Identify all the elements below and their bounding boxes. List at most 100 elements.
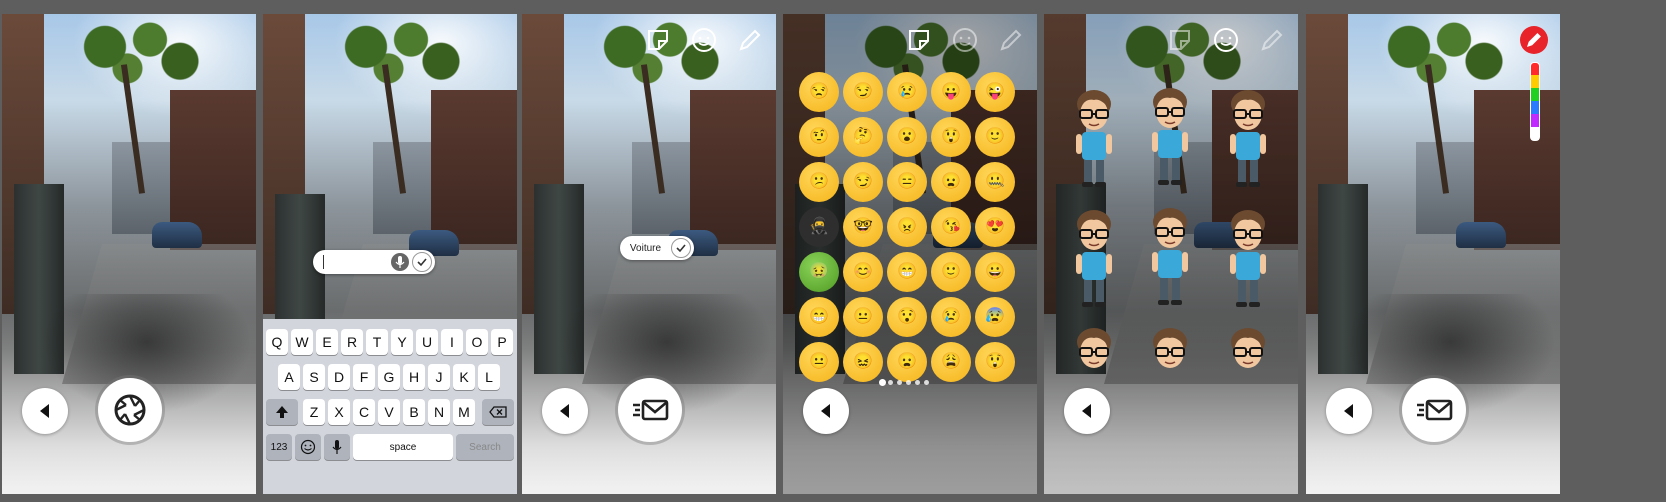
emoji-item[interactable]: 😐 <box>799 342 839 382</box>
emoji-item[interactable]: 🤓 <box>843 207 883 247</box>
confirm-text-button[interactable] <box>412 252 432 272</box>
emoji-item[interactable]: 😯 <box>887 297 927 337</box>
emoji-item[interactable]: 😜 <box>975 72 1015 112</box>
emoji-item[interactable]: 🥷 <box>799 207 839 247</box>
key-o[interactable]: O <box>466 329 488 355</box>
key-e[interactable]: E <box>316 329 338 355</box>
search-key[interactable]: Search <box>456 434 514 460</box>
space-key[interactable]: space <box>353 434 453 460</box>
avatar-sticker[interactable] <box>1224 320 1272 385</box>
emoji-item[interactable]: 🤔 <box>843 117 883 157</box>
key-t[interactable]: T <box>366 329 388 355</box>
key-a[interactable]: A <box>278 364 300 390</box>
key-f[interactable]: F <box>353 364 375 390</box>
emoji-item[interactable]: 😒 <box>799 72 839 112</box>
key-v[interactable]: V <box>378 399 400 425</box>
key-l[interactable]: L <box>478 364 500 390</box>
key-r[interactable]: R <box>341 329 363 355</box>
emoji-item[interactable]: 😊 <box>843 252 883 292</box>
numbers-key[interactable]: 123 <box>266 434 292 460</box>
key-c[interactable]: C <box>353 399 375 425</box>
key-h[interactable]: H <box>403 364 425 390</box>
delete-key[interactable] <box>482 399 514 425</box>
key-p[interactable]: P <box>491 329 513 355</box>
emoji-item[interactable]: 😮 <box>887 117 927 157</box>
key-q[interactable]: Q <box>266 329 288 355</box>
sticker-tool-button[interactable] <box>1166 26 1194 54</box>
text-input[interactable] <box>323 255 391 269</box>
emoji-item[interactable]: 😍 <box>975 207 1015 247</box>
back-button[interactable] <box>1326 388 1372 434</box>
emoji-item[interactable]: 😲 <box>931 117 971 157</box>
emoji-item[interactable]: 😠 <box>887 207 927 247</box>
emoji-keyboard-key[interactable] <box>295 434 321 460</box>
emoji-item[interactable]: 😖 <box>843 342 883 382</box>
text-input-bubble[interactable] <box>313 250 435 274</box>
emoji-item[interactable]: 🤐 <box>975 162 1015 202</box>
emoji-item[interactable]: 😁 <box>887 252 927 292</box>
color-swatch[interactable] <box>1530 114 1540 127</box>
emoji-item[interactable]: 😏 <box>843 162 883 202</box>
emoji-item[interactable]: 🤢 <box>799 252 839 292</box>
emoji-item[interactable]: 😘 <box>931 207 971 247</box>
key-g[interactable]: G <box>378 364 400 390</box>
avatar-sticker[interactable] <box>1070 320 1118 385</box>
emoji-tool-button[interactable] <box>690 26 718 54</box>
key-x[interactable]: X <box>328 399 350 425</box>
emoji-item[interactable]: 😦 <box>931 162 971 202</box>
key-z[interactable]: Z <box>303 399 325 425</box>
avatar-sticker[interactable] <box>1070 202 1118 317</box>
key-w[interactable]: W <box>291 329 313 355</box>
pencil-tool-button[interactable] <box>997 26 1025 54</box>
avatar-sticker[interactable] <box>1146 200 1194 315</box>
emoji-item[interactable]: 😦 <box>887 342 927 382</box>
avatar-sticker[interactable] <box>1224 82 1272 197</box>
emoji-item[interactable]: 😲 <box>975 342 1015 382</box>
color-swatch[interactable] <box>1530 127 1540 141</box>
shutter-button[interactable] <box>98 378 162 442</box>
shift-key[interactable] <box>266 399 298 425</box>
key-j[interactable]: J <box>428 364 450 390</box>
emoji-item[interactable]: 😛 <box>931 72 971 112</box>
key-i[interactable]: I <box>441 329 463 355</box>
sticker-tool-button[interactable] <box>905 26 933 54</box>
pager-dot[interactable] <box>906 380 911 385</box>
pager-dot[interactable] <box>888 380 893 385</box>
emoji-item[interactable]: 😐 <box>843 297 883 337</box>
emoji-item[interactable]: 😢 <box>887 72 927 112</box>
emoji-item[interactable]: 😏 <box>843 72 883 112</box>
key-d[interactable]: D <box>328 364 350 390</box>
avatar-sticker[interactable] <box>1146 320 1194 385</box>
pencil-tool-button[interactable] <box>1520 26 1548 54</box>
text-label-bubble[interactable]: Voiture <box>620 236 694 260</box>
key-s[interactable]: S <box>303 364 325 390</box>
key-k[interactable]: K <box>453 364 475 390</box>
pager-dot[interactable] <box>897 380 902 385</box>
emoji-item[interactable]: 😕 <box>799 162 839 202</box>
emoji-item[interactable]: 😩 <box>931 342 971 382</box>
pencil-tool-button[interactable] <box>736 26 764 54</box>
color-swatch[interactable] <box>1530 75 1540 88</box>
confirm-label-button[interactable] <box>671 238 691 258</box>
pager-dot[interactable] <box>879 379 886 386</box>
key-y[interactable]: Y <box>391 329 413 355</box>
avatar-sticker[interactable] <box>1224 202 1272 317</box>
avatar-sticker[interactable] <box>1070 82 1118 197</box>
key-n[interactable]: N <box>428 399 450 425</box>
color-swatch[interactable] <box>1530 88 1540 101</box>
pager-dot[interactable] <box>915 380 920 385</box>
send-button[interactable] <box>1402 378 1466 442</box>
back-button[interactable] <box>803 388 849 434</box>
color-swatch[interactable] <box>1530 101 1540 114</box>
pencil-tool-button[interactable] <box>1258 26 1286 54</box>
dictation-key[interactable] <box>324 434 350 460</box>
sticker-tool-button[interactable] <box>644 26 672 54</box>
emoji-item[interactable]: 😀 <box>975 252 1015 292</box>
emoji-item[interactable]: 😑 <box>887 162 927 202</box>
key-u[interactable]: U <box>416 329 438 355</box>
key-b[interactable]: B <box>403 399 425 425</box>
key-m[interactable]: M <box>453 399 475 425</box>
emoji-item[interactable]: 🙂 <box>975 117 1015 157</box>
emoji-item[interactable]: 😰 <box>975 297 1015 337</box>
emoji-item[interactable]: 😁 <box>799 297 839 337</box>
